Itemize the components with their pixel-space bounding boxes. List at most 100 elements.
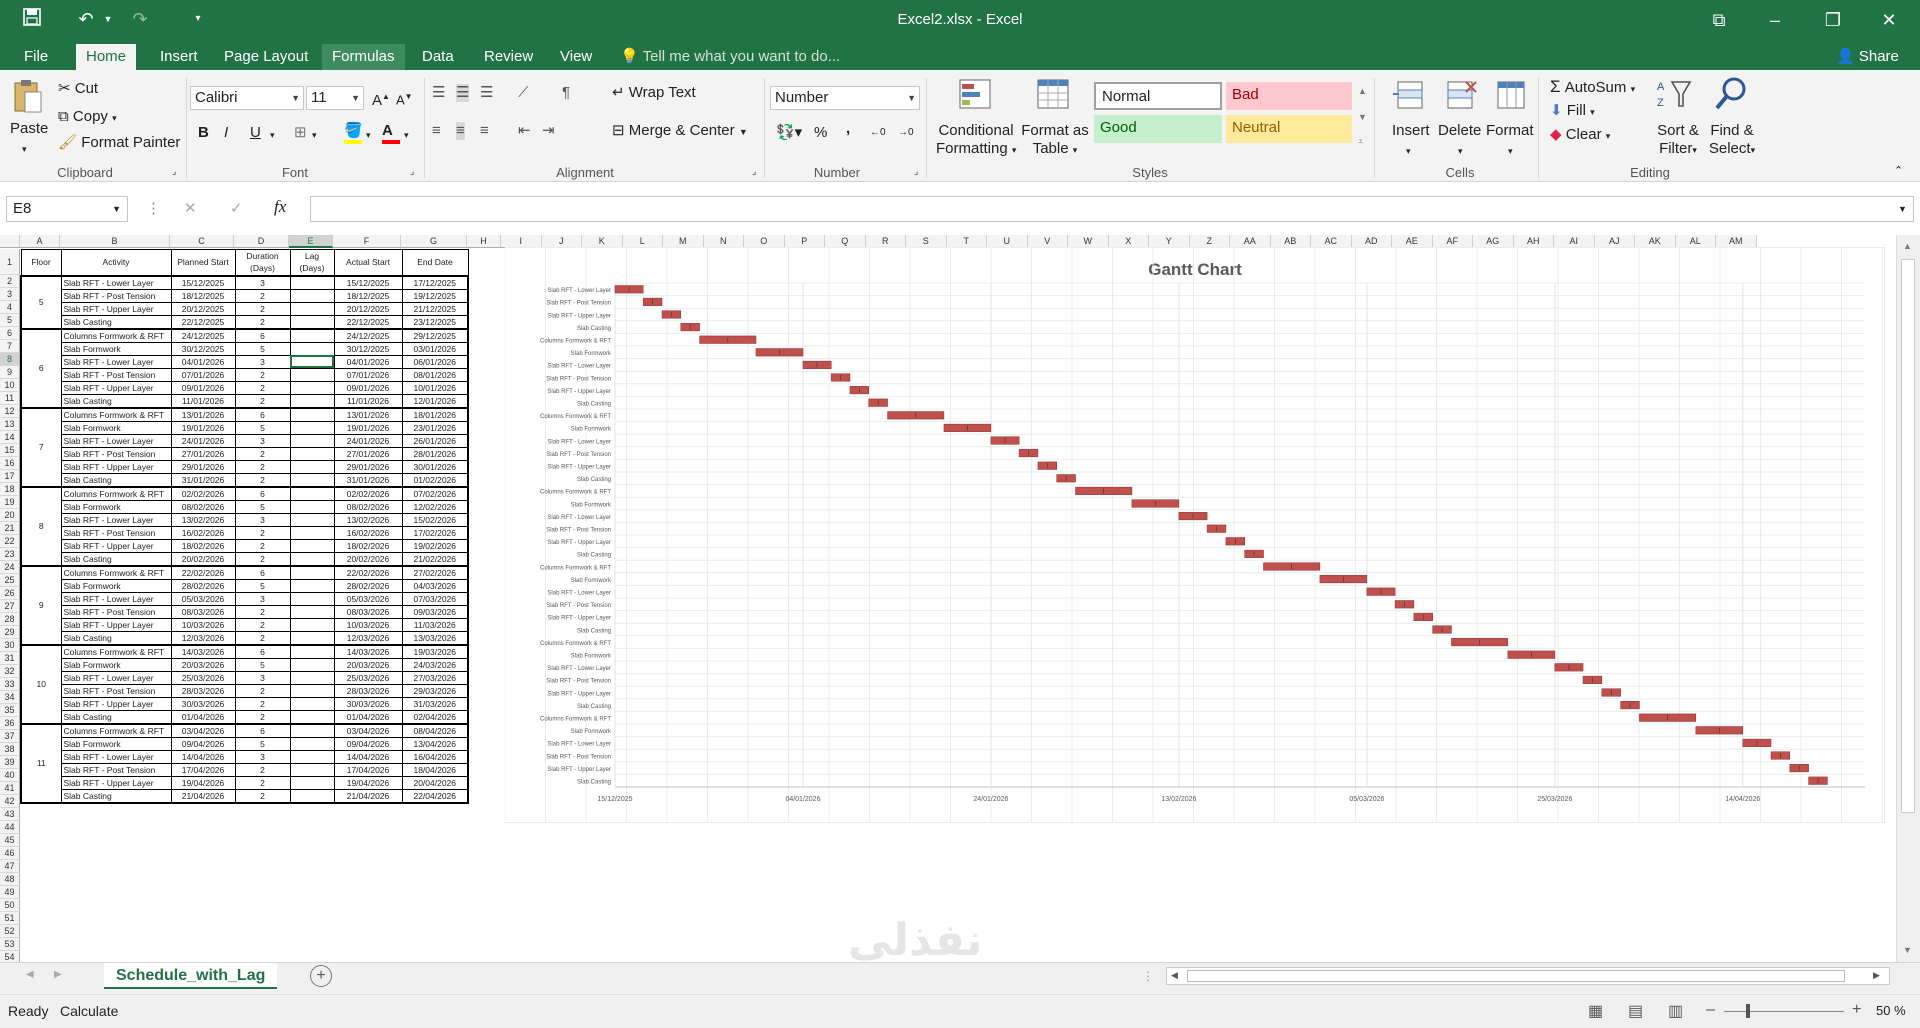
gantt-chart[interactable]: Gantt Chart Slab RFT - Lower Layer Slab R… — [505, 247, 1885, 823]
end-date-cell[interactable]: 21/12/2025 — [401, 301, 469, 316]
end-date-cell[interactable]: 13/04/2026 — [401, 736, 469, 751]
lag-cell[interactable] — [289, 657, 335, 672]
row-header[interactable]: 46 — [0, 847, 20, 860]
activity-cell[interactable]: Slab RFT - Post Tension — [60, 367, 172, 382]
lag-cell[interactable] — [289, 683, 335, 698]
row-header[interactable]: 52 — [0, 925, 20, 938]
row-header[interactable]: 1 — [0, 249, 20, 275]
underline-dropdown-icon[interactable]: ▾ — [270, 126, 275, 144]
percent-button[interactable]: % — [814, 124, 827, 142]
actual-start-cell[interactable]: 20/03/2026 — [333, 657, 403, 672]
row-header[interactable]: 9 — [0, 366, 20, 379]
comma-button[interactable]: , — [846, 120, 850, 138]
actual-start-cell[interactable]: 04/01/2026 — [333, 354, 403, 369]
planned-start-cell[interactable]: 28/03/2026 — [170, 683, 236, 698]
activity-cell[interactable]: Slab Formwork — [60, 578, 172, 593]
column-header[interactable]: B — [60, 235, 170, 248]
activity-cell[interactable]: Slab RFT - Post Tension — [60, 525, 172, 540]
end-date-cell[interactable]: 03/01/2026 — [401, 341, 469, 356]
row-header[interactable]: 21 — [0, 522, 20, 535]
row-header[interactable]: 47 — [0, 860, 20, 873]
page-layout-icon[interactable]: ▤ — [1628, 1001, 1643, 1021]
planned-start-cell[interactable]: 14/04/2026 — [170, 749, 236, 764]
end-date-cell[interactable]: 27/03/2026 — [401, 670, 469, 685]
activity-cell[interactable]: Slab RFT - Upper Layer — [60, 301, 172, 316]
end-date-cell[interactable]: 18/04/2026 — [401, 762, 469, 777]
planned-start-cell[interactable]: 09/01/2026 — [170, 380, 236, 395]
activity-cell[interactable]: Columns Formwork & RFT — [60, 564, 172, 580]
row-header[interactable]: 34 — [0, 691, 20, 704]
actual-start-cell[interactable]: 28/03/2026 — [333, 683, 403, 698]
increase-indent-icon[interactable]: ⇥ — [542, 122, 555, 140]
lag-cell[interactable] — [289, 525, 335, 540]
paste-icon[interactable] — [12, 78, 42, 114]
lag-cell[interactable] — [289, 736, 335, 751]
planned-start-cell[interactable]: 19/04/2026 — [170, 775, 236, 790]
planned-start-cell[interactable]: 21/04/2026 — [170, 788, 236, 804]
end-date-cell[interactable]: 31/03/2026 — [401, 696, 469, 711]
lag-cell[interactable] — [289, 406, 335, 422]
row-header[interactable]: 53 — [0, 938, 20, 951]
end-date-cell[interactable]: 13/03/2026 — [401, 630, 469, 646]
italic-button[interactable]: I — [224, 124, 228, 142]
lag-cell[interactable] — [289, 617, 335, 632]
duration-cell[interactable]: 3 — [234, 670, 291, 685]
autosum-button[interactable]: Σ AutoSum ▾ — [1550, 78, 1635, 98]
header-lag[interactable]: Lag (Days) — [289, 249, 335, 276]
row-header[interactable]: 42 — [0, 795, 20, 808]
column-header[interactable]: A — [20, 235, 60, 248]
activity-cell[interactable]: Slab RFT - Upper Layer — [60, 775, 172, 790]
actual-start-cell[interactable]: 19/01/2026 — [333, 420, 403, 435]
zoom-level[interactable]: 50 % — [1876, 1003, 1906, 1018]
actual-start-cell[interactable]: 22/02/2026 — [333, 564, 403, 580]
lag-cell[interactable] — [289, 433, 335, 448]
number-format-combo[interactable]: Number ▼ — [770, 86, 920, 110]
planned-start-cell[interactable]: 13/02/2026 — [170, 512, 236, 527]
row-header[interactable]: 22 — [0, 535, 20, 548]
row-header[interactable]: 28 — [0, 613, 20, 626]
row-header[interactable]: 19 — [0, 496, 20, 509]
find-select-button[interactable]: Find & Select▾ — [1704, 122, 1760, 159]
lag-cell[interactable] — [289, 709, 335, 725]
lag-cell[interactable] — [289, 591, 335, 606]
lag-cell[interactable] — [289, 354, 335, 369]
chevron-down-icon[interactable]: ▾ — [1458, 142, 1463, 160]
duration-cell[interactable]: 2 — [234, 762, 291, 777]
tab-insert[interactable]: Insert — [150, 44, 208, 70]
activity-cell[interactable]: Slab Casting — [60, 709, 172, 725]
planned-start-cell[interactable]: 20/02/2026 — [170, 551, 236, 567]
lag-cell[interactable] — [289, 604, 335, 619]
lag-cell[interactable] — [289, 288, 335, 303]
duration-cell[interactable]: 2 — [234, 301, 291, 316]
end-date-cell[interactable]: 04/03/2026 — [401, 578, 469, 593]
floor-cell[interactable]: 6 — [20, 327, 62, 409]
actual-start-cell[interactable]: 22/12/2025 — [333, 314, 403, 330]
planned-start-cell[interactable]: 12/03/2026 — [170, 630, 236, 646]
end-date-cell[interactable]: 29/03/2026 — [401, 683, 469, 698]
font-color-icon[interactable]: A — [382, 122, 400, 144]
insert-cells-button[interactable]: Insert — [1392, 122, 1430, 140]
name-box[interactable]: E8 ▼ — [6, 196, 128, 222]
paste-button[interactable]: Paste — [10, 120, 48, 138]
actual-start-cell[interactable]: 17/04/2026 — [333, 762, 403, 777]
header-duration[interactable]: Duration (Days) — [234, 249, 291, 276]
paste-dropdown-icon[interactable]: ▾ — [22, 140, 27, 158]
floor-cell[interactable]: 8 — [20, 485, 62, 567]
activity-cell[interactable]: Slab RFT - Lower Layer — [60, 512, 172, 527]
end-date-cell[interactable]: 08/04/2026 — [401, 722, 469, 738]
restore-icon[interactable]: ❐ — [1810, 6, 1856, 34]
tab-review[interactable]: Review — [474, 44, 543, 70]
lag-cell[interactable] — [289, 274, 335, 290]
underline-button[interactable]: U — [250, 124, 261, 142]
duration-cell[interactable]: 5 — [234, 420, 291, 435]
formula-input[interactable] — [310, 196, 1914, 222]
activity-cell[interactable]: Slab RFT - Post Tension — [60, 604, 172, 619]
close-icon[interactable]: ✕ — [1866, 6, 1912, 34]
actual-start-cell[interactable]: 31/01/2026 — [333, 472, 403, 488]
grow-font-icon[interactable]: A▲ — [372, 88, 390, 110]
row-header[interactable]: 51 — [0, 912, 20, 925]
planned-start-cell[interactable]: 27/01/2026 — [170, 446, 236, 461]
row-header[interactable]: 5 — [0, 314, 20, 327]
font-launcher-icon[interactable]: ⌟ — [410, 166, 414, 177]
format-as-table-icon[interactable] — [1036, 78, 1072, 117]
